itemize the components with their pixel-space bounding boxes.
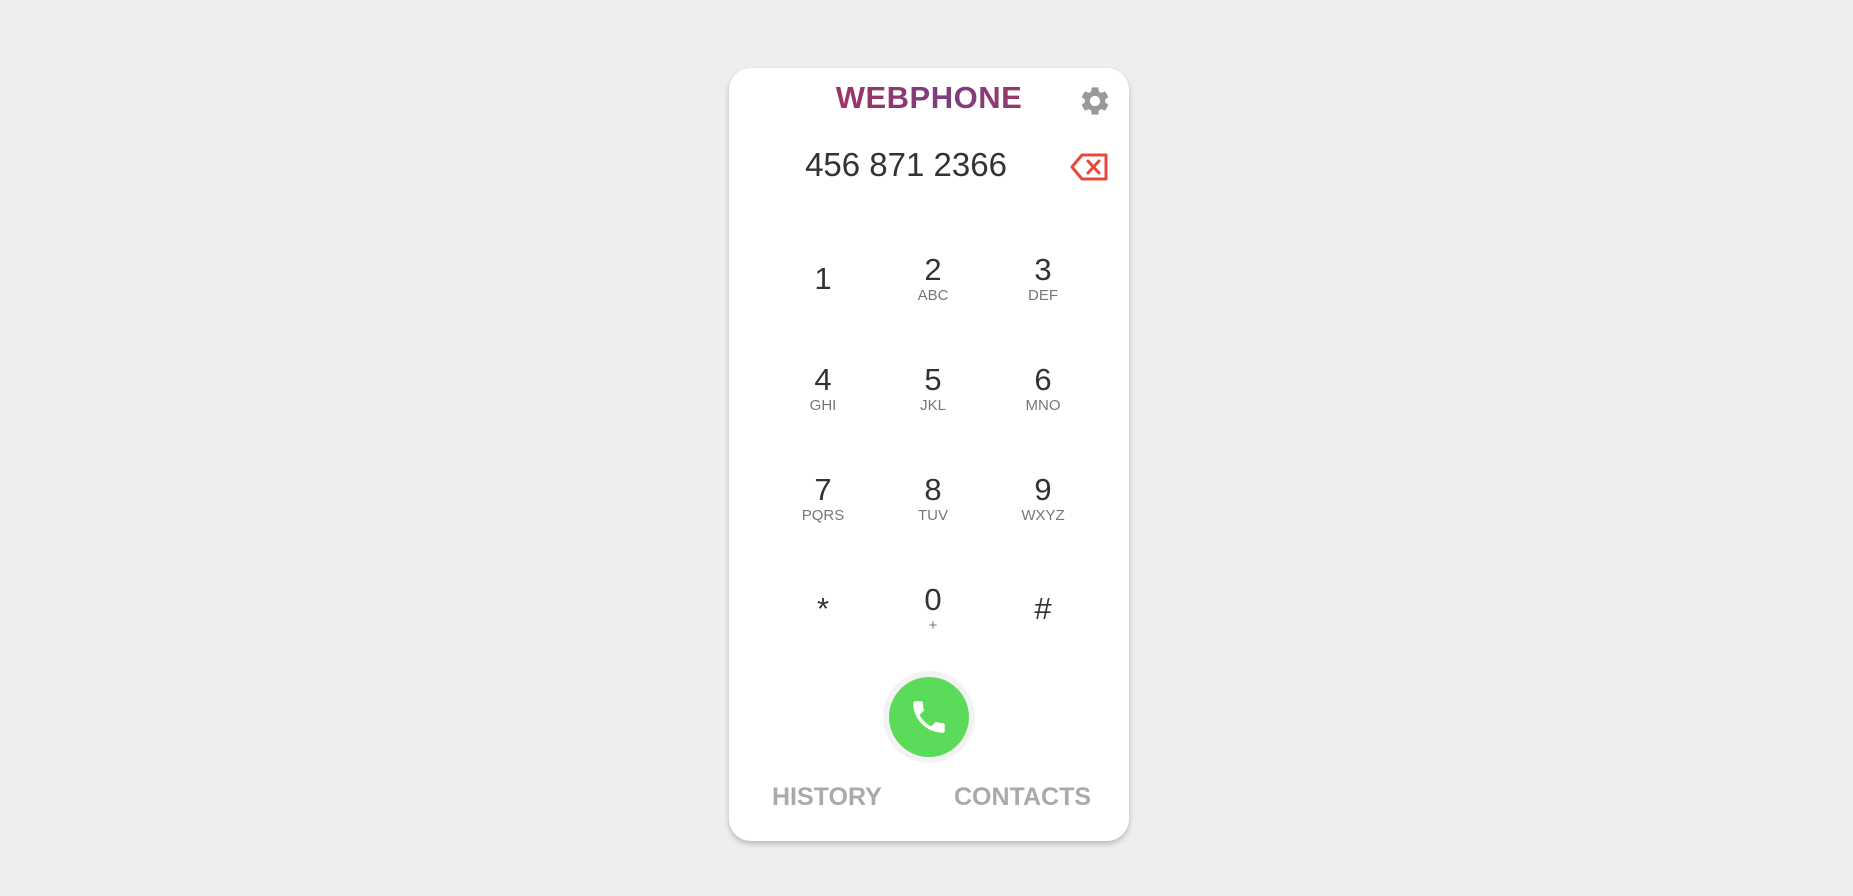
key-digit: 6 xyxy=(1034,361,1052,397)
key-digit: 8 xyxy=(924,471,942,507)
key-digit: 7 xyxy=(814,471,832,507)
key-digit: 5 xyxy=(924,361,942,397)
key-letters: ABC xyxy=(917,286,949,304)
tab-history[interactable]: HISTORY xyxy=(772,783,882,812)
backspace-icon xyxy=(1070,153,1108,181)
key-digit: 4 xyxy=(814,361,832,397)
key-digit: # xyxy=(1034,591,1052,626)
key-letters: + xyxy=(928,616,938,634)
gear-icon xyxy=(1081,87,1109,115)
key-digit: 2 xyxy=(924,251,942,287)
key-1[interactable]: 1 xyxy=(768,224,878,334)
key-digit: 3 xyxy=(1034,251,1052,287)
key-7[interactable]: 7 PQRS xyxy=(768,444,878,554)
key-letters: WXYZ xyxy=(1021,506,1065,524)
dialed-number: 456 871 2366 xyxy=(805,146,1007,183)
key-8[interactable]: 8 TUV xyxy=(878,444,988,554)
key-letters: JKL xyxy=(920,396,946,414)
key-letters: DEF xyxy=(1028,286,1058,304)
backspace-button[interactable] xyxy=(1069,152,1109,182)
key-0[interactable]: 0 + xyxy=(878,554,988,664)
key-star[interactable]: * xyxy=(768,554,878,664)
key-digit: 1 xyxy=(814,261,832,296)
key-5[interactable]: 5 JKL xyxy=(878,334,988,444)
key-letters: GHI xyxy=(809,396,837,414)
key-letters: TUV xyxy=(918,506,948,524)
key-6[interactable]: 6 MNO xyxy=(988,334,1098,444)
key-letters: MNO xyxy=(1025,396,1061,414)
call-button[interactable] xyxy=(889,677,969,757)
keypad: 1 2 ABC 3 DEF 4 GHI 5 JKL 6 MNO 7 PQRS 8… xyxy=(768,224,1098,664)
webphone-card: WEBPHONE 456 871 2366 1 2 ABC 3 DEF 4 GH… xyxy=(729,68,1129,841)
key-3[interactable]: 3 DEF xyxy=(988,224,1098,334)
key-digit: 0 xyxy=(924,581,942,617)
key-digit: 9 xyxy=(1034,471,1052,507)
key-hash[interactable]: # xyxy=(988,554,1098,664)
app-title: WEBPHONE xyxy=(729,80,1129,116)
key-2[interactable]: 2 ABC xyxy=(878,224,988,334)
key-letters: PQRS xyxy=(801,506,845,524)
tab-contacts[interactable]: CONTACTS xyxy=(954,783,1091,812)
key-digit: * xyxy=(816,591,830,626)
key-9[interactable]: 9 WXYZ xyxy=(988,444,1098,554)
phone-icon xyxy=(913,701,945,733)
settings-button[interactable] xyxy=(1078,84,1112,118)
key-4[interactable]: 4 GHI xyxy=(768,334,878,444)
